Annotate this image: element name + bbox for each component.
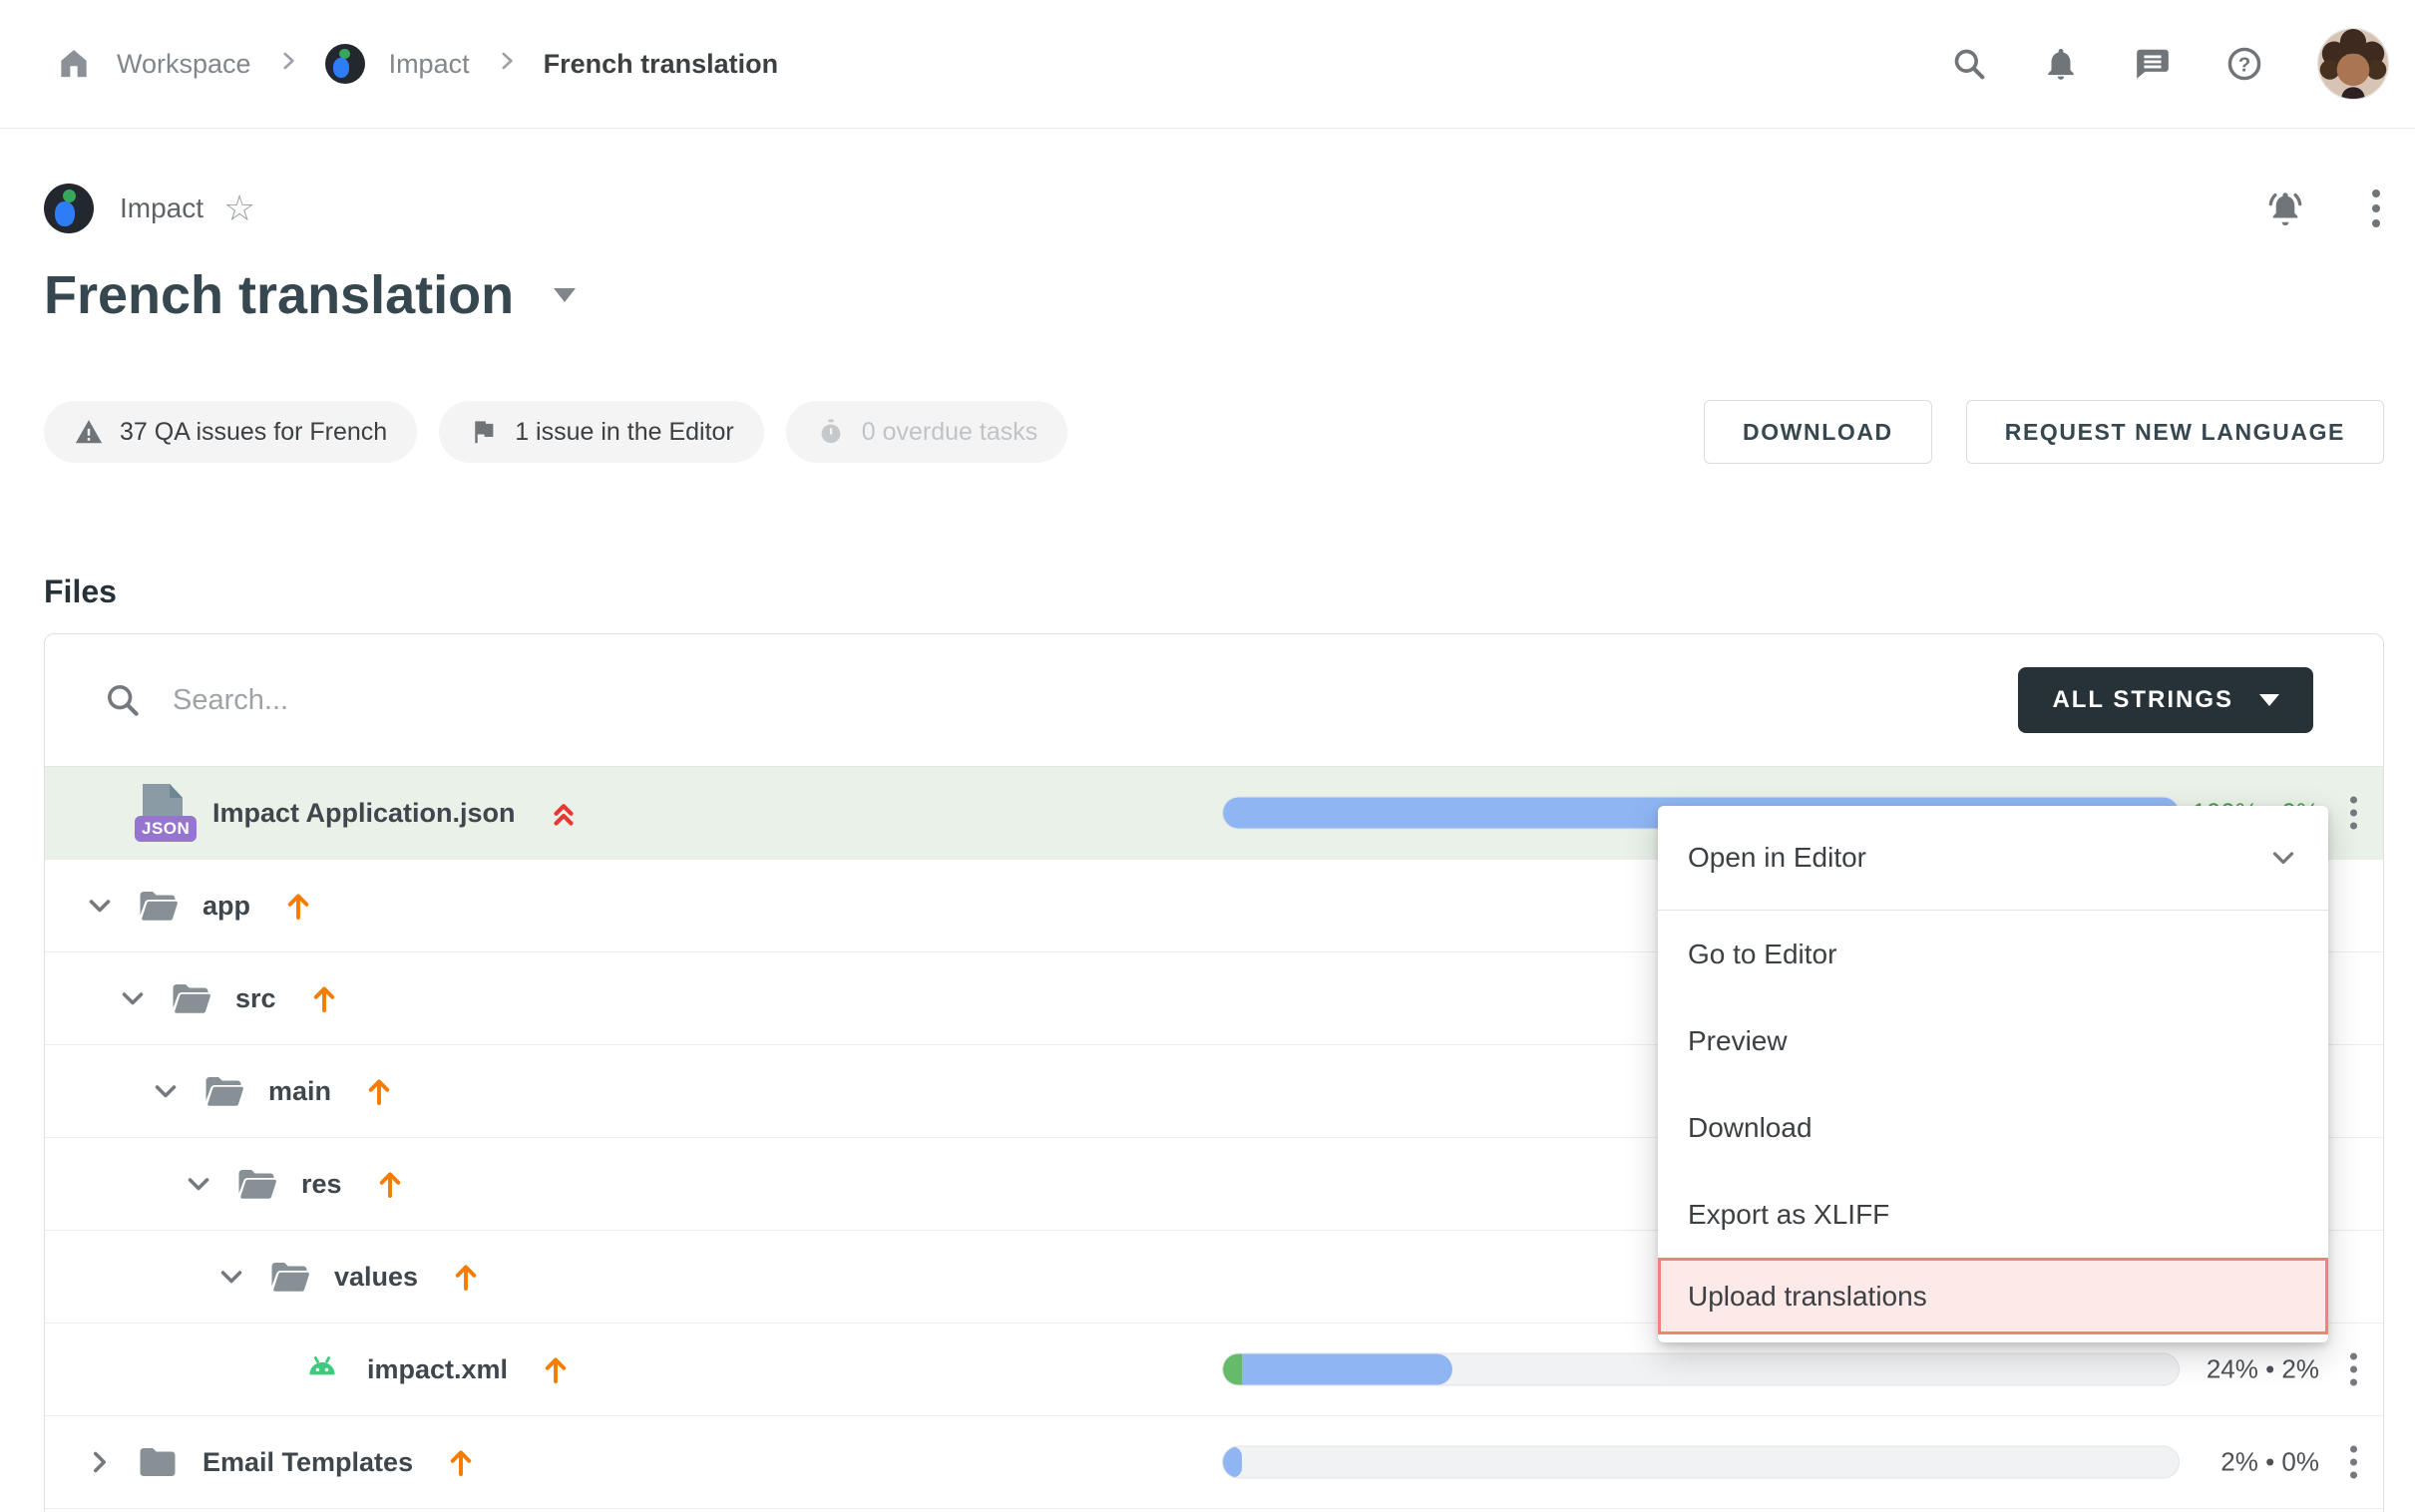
status-chip[interactable]: 0 overdue tasks bbox=[786, 401, 1068, 463]
folder-name: res bbox=[301, 1169, 342, 1200]
chevron-down-icon[interactable] bbox=[182, 1167, 215, 1201]
folder-name: values bbox=[334, 1262, 418, 1293]
breadcrumb: Workspace Impact French translation bbox=[55, 44, 778, 84]
project-header: Impact ☆ bbox=[44, 183, 2384, 234]
all-strings-filter-button[interactable]: ALL STRINGS bbox=[2018, 667, 2313, 733]
breadcrumb-project[interactable]: Impact bbox=[389, 49, 470, 80]
status-chip[interactable]: 37 QA issues for French bbox=[44, 401, 417, 463]
folder-icon bbox=[135, 1441, 181, 1483]
row-menu-kebab-icon[interactable] bbox=[2346, 1442, 2361, 1483]
file-context-menu: Open in Editor Go to Editor Preview Down… bbox=[1658, 806, 2328, 1342]
status-row: 37 QA issues for French 1 issue in the E… bbox=[44, 400, 2384, 464]
priority-high-icon bbox=[546, 795, 582, 831]
files-heading: Files bbox=[44, 571, 2384, 611]
breadcrumb-chevron-icon bbox=[494, 48, 520, 81]
breadcrumb-chevron-icon bbox=[275, 48, 301, 81]
folder-row[interactable]: Email Templates 2% • 0% bbox=[45, 1416, 2383, 1509]
warning-icon bbox=[74, 417, 104, 447]
notifications-icon[interactable] bbox=[2042, 45, 2080, 83]
folder-name: app bbox=[202, 891, 250, 922]
folder-name: src bbox=[235, 983, 276, 1014]
topbar: Workspace Impact French translation ? bbox=[0, 0, 2415, 129]
chevron-down-icon[interactable] bbox=[214, 1260, 248, 1294]
progress-bar bbox=[1222, 1446, 2180, 1479]
file-name: Impact Application.json bbox=[212, 798, 516, 829]
project-logo bbox=[325, 44, 365, 84]
folder-open-icon bbox=[168, 977, 213, 1019]
upload-arrow-icon bbox=[443, 1444, 479, 1480]
menu-item-preview[interactable]: Preview bbox=[1658, 997, 2328, 1084]
chevron-down-icon[interactable] bbox=[149, 1074, 183, 1108]
project-menu-kebab-icon[interactable] bbox=[2368, 186, 2384, 231]
page-title: French translation bbox=[44, 264, 2384, 326]
folder-name: Email Templates bbox=[202, 1447, 413, 1478]
folder-open-icon bbox=[233, 1163, 279, 1205]
help-icon[interactable]: ? bbox=[2225, 45, 2263, 83]
project-logo bbox=[44, 184, 94, 233]
chevron-right-icon[interactable] bbox=[83, 1445, 117, 1479]
breadcrumb-current: French translation bbox=[544, 49, 779, 80]
notifications-active-icon[interactable] bbox=[2264, 188, 2306, 229]
title-dropdown-caret-icon[interactable] bbox=[554, 288, 576, 302]
user-avatar[interactable] bbox=[2317, 28, 2389, 100]
timer-icon bbox=[816, 417, 846, 447]
page-title-text: French translation bbox=[44, 264, 514, 326]
chevron-down-icon bbox=[2266, 841, 2300, 875]
folder-open-icon bbox=[266, 1256, 312, 1298]
star-icon[interactable]: ☆ bbox=[223, 190, 255, 226]
row-menu-kebab-icon[interactable] bbox=[2346, 793, 2361, 834]
chat-icon[interactable] bbox=[2134, 45, 2172, 83]
status-chips: 37 QA issues for French 1 issue in the E… bbox=[44, 401, 1067, 463]
menu-item-go-to-editor[interactable]: Go to Editor bbox=[1658, 911, 2328, 997]
breadcrumb-workspace[interactable]: Workspace bbox=[117, 49, 251, 80]
status-chip-label: 37 QA issues for French bbox=[120, 418, 387, 447]
home-icon[interactable] bbox=[55, 45, 93, 83]
row-menu-kebab-icon[interactable] bbox=[2346, 1349, 2361, 1390]
download-button[interactable]: DOWNLOAD bbox=[1704, 400, 1932, 464]
flag-icon bbox=[469, 417, 499, 447]
search-icon[interactable] bbox=[1950, 45, 1988, 83]
upload-arrow-icon bbox=[280, 888, 316, 924]
folder-open-icon bbox=[135, 885, 181, 927]
project-header-actions bbox=[2264, 186, 2384, 231]
status-chip-label: 1 issue in the Editor bbox=[515, 418, 734, 447]
chevron-down-icon[interactable] bbox=[116, 981, 150, 1015]
upload-arrow-icon bbox=[538, 1351, 574, 1387]
file-name: impact.xml bbox=[367, 1354, 508, 1385]
menu-item-download[interactable]: Download bbox=[1658, 1084, 2328, 1171]
project-name: Impact bbox=[120, 192, 203, 224]
caret-down-icon bbox=[2259, 694, 2279, 706]
menu-item-export-as-xliff[interactable]: Export as XLIFF bbox=[1658, 1171, 2328, 1258]
files-search-input[interactable] bbox=[171, 683, 2018, 718]
upload-arrow-icon bbox=[448, 1259, 484, 1295]
folder-open-icon bbox=[201, 1070, 246, 1112]
topbar-actions: ? bbox=[1950, 28, 2389, 100]
status-chip[interactable]: 1 issue in the Editor bbox=[439, 401, 764, 463]
upload-arrow-icon bbox=[361, 1073, 397, 1109]
upload-arrow-icon bbox=[306, 980, 342, 1016]
progress-bar bbox=[1222, 1353, 2180, 1386]
files-searchbar: ALL STRINGS bbox=[45, 634, 2383, 767]
android-file-icon bbox=[299, 1348, 345, 1390]
request-new-language-button[interactable]: REQUEST NEW LANGUAGE bbox=[1966, 400, 2384, 464]
status-chip-label: 0 overdue tasks bbox=[862, 418, 1038, 447]
menu-header-open-in-editor[interactable]: Open in Editor bbox=[1658, 806, 2328, 911]
progress-percent: 2% • 0% bbox=[2100, 1447, 2319, 1478]
folder-name: main bbox=[268, 1076, 331, 1107]
svg-text:?: ? bbox=[2238, 53, 2251, 76]
search-icon bbox=[103, 680, 143, 720]
upload-arrow-icon bbox=[372, 1166, 408, 1202]
progress-percent: 24% • 2% bbox=[2100, 1354, 2319, 1385]
chevron-down-icon[interactable] bbox=[83, 889, 117, 923]
header-buttons: DOWNLOAD REQUEST NEW LANGUAGE bbox=[1704, 400, 2384, 464]
json-file-icon: JSON bbox=[135, 784, 191, 842]
menu-item-upload-translations[interactable]: Upload translations bbox=[1658, 1258, 2328, 1334]
